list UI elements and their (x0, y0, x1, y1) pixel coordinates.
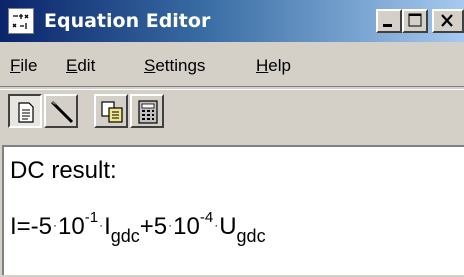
app-icon[interactable] (8, 8, 34, 34)
calculator-button[interactable] (130, 94, 164, 128)
copy-button[interactable] (94, 94, 128, 128)
menu-help[interactable]: Help (256, 56, 291, 76)
menu-file-label: ile (20, 56, 38, 75)
minimize-button[interactable] (376, 9, 402, 33)
eq-exponent-1: -1 (84, 209, 99, 226)
equation-display[interactable]: DC result: I=-5·10-1·Igdc+5·10-4·Ugdc (2, 145, 464, 275)
edit-pen-button[interactable] (44, 94, 78, 128)
eq-base-1: 10 (58, 213, 85, 240)
eq-exponent-2: -4 (199, 209, 214, 226)
eq-subscript-2: gdc (236, 226, 266, 246)
eq-subscript-1: gdc (110, 226, 140, 246)
minimize-icon (383, 24, 392, 27)
menu-settings[interactable]: Settings (144, 56, 205, 76)
menu-help-mnemonic: H (256, 56, 269, 75)
menu-file-mnemonic: F (10, 56, 21, 75)
result-heading: DC result: (10, 157, 117, 184)
maximize-button[interactable] (402, 9, 428, 33)
close-icon (441, 14, 453, 27)
menu-settings-label: ettings (155, 56, 206, 75)
window-title: Equation Editor (44, 10, 211, 32)
pen-icon (50, 100, 74, 124)
toolbar-separator (0, 86, 464, 90)
eq-lhs: I=-5 (10, 213, 53, 240)
menu-edit-mnemonic: E (66, 56, 78, 75)
equation-expression: I=-5·10-1·Igdc+5·10-4·Ugdc (10, 209, 266, 247)
menu-settings-mnemonic: S (144, 56, 156, 75)
title-bar[interactable]: Equation Editor (0, 0, 464, 42)
menu-edit-label: dit (77, 56, 96, 75)
close-button[interactable] (432, 9, 464, 33)
eq-base-2: 10 (173, 213, 200, 240)
menu-edit[interactable]: Edit (66, 56, 95, 76)
eq-var-2: U (219, 213, 237, 240)
eq-var-1: I (104, 213, 111, 240)
menu-file[interactable]: File (10, 56, 37, 76)
menu-bar: File Edit Settings Help (0, 48, 464, 82)
view-text-button[interactable] (8, 94, 42, 128)
menu-help-label: elp (268, 56, 291, 75)
equation-editor-window: Equation Editor File Edit Settings Help (0, 0, 464, 277)
document-icon (18, 102, 34, 123)
copy-icon (101, 101, 123, 123)
maximize-icon (408, 13, 422, 27)
eq-plus: +5 (139, 213, 168, 240)
calculator-icon (138, 100, 158, 124)
